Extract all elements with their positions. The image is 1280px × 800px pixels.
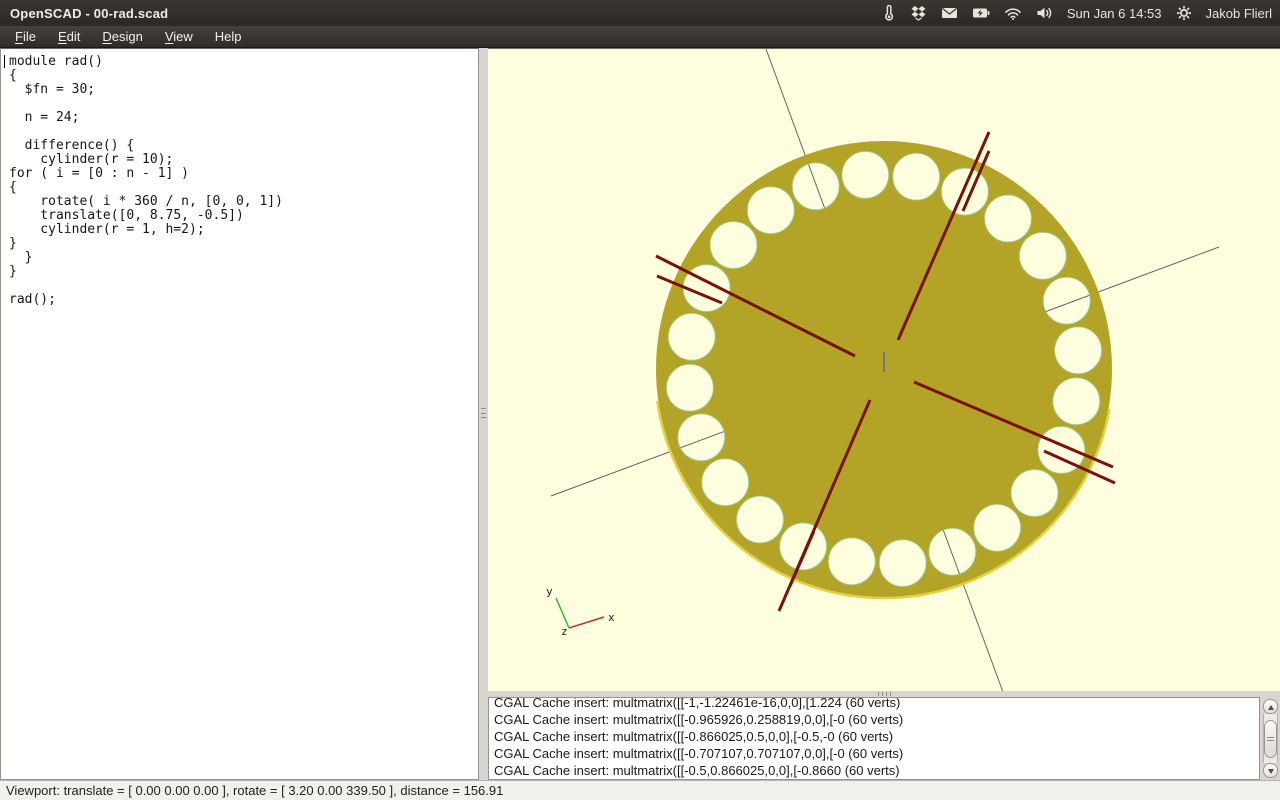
menu-file[interactable]: File [4, 27, 47, 46]
menu-bar: FileEditDesignViewHelp [0, 26, 1280, 48]
code-line: } [9, 265, 478, 279]
code-line: translate([0, 8.75, -0.5]) [9, 209, 478, 223]
code-line: module rad() [9, 55, 478, 69]
viewport-status: Viewport: translate = [ 0.00 0.00 0.00 ]… [6, 783, 503, 798]
dropbox-icon[interactable] [910, 5, 927, 21]
menu-edit[interactable]: Edit [47, 27, 91, 46]
horizontal-splitter[interactable] [488, 691, 1280, 697]
code-line: { [9, 181, 478, 195]
code-line: } [9, 237, 478, 251]
tray-icons-slot [881, 5, 1053, 21]
render-canvas[interactable]: x y z [488, 49, 1280, 692]
session-gear-slot [1176, 5, 1192, 21]
code-line: $fn = 30; [9, 83, 478, 97]
axis-label-y: y [546, 585, 553, 598]
axis-label-z: z [561, 625, 568, 638]
code-line: rotate( i * 360 / n, [0, 0, 1]) [9, 195, 478, 209]
axis-label-x: x [608, 611, 615, 624]
code-line: rad(); [9, 293, 478, 307]
code-line [9, 279, 478, 293]
mail-icon[interactable] [941, 6, 958, 20]
console-line: CGAL Cache insert: multmatrix([[-0.70710… [494, 745, 1259, 762]
desktop: OpenSCAD - 00-rad.scad Sun Jan 6 14:53 J… [0, 0, 1280, 800]
title-bar: OpenSCAD - 00-rad.scad Sun Jan 6 14:53 J… [0, 0, 1280, 26]
code-line: cylinder(r = 1, h=2); [9, 223, 478, 237]
scrollbar-track[interactable] [1263, 714, 1278, 763]
console-log[interactable]: CGAL Cache insert: multmatrix([[-1,-1.22… [488, 697, 1260, 780]
clock[interactable]: Sun Jan 6 14:53 [1067, 6, 1162, 21]
splitter-grip-icon [878, 692, 892, 696]
console-scrollbar[interactable] [1260, 697, 1280, 780]
text-cursor [4, 55, 5, 68]
code-line: for ( i = [0 : n - 1] ) [9, 167, 478, 181]
window-content: module rad(){ $fn = 30; n = 24; differen… [0, 48, 1280, 780]
volume-icon[interactable] [1036, 6, 1053, 20]
console-line: CGAL Cache insert: multmatrix([[-1,-1.22… [494, 697, 1259, 711]
wifi-icon[interactable] [1004, 7, 1022, 20]
scroll-up-button[interactable] [1263, 699, 1278, 714]
code-line: } [9, 251, 478, 265]
menu-help[interactable]: Help [204, 27, 253, 46]
console-panel: CGAL Cache insert: multmatrix([[-1,-1.22… [488, 697, 1280, 780]
code-editor[interactable]: module rad(){ $fn = 30; n = 24; differen… [0, 48, 479, 780]
vertical-splitter[interactable] [479, 48, 488, 780]
code-line: n = 24; [9, 111, 478, 125]
console-line: CGAL Cache insert: multmatrix([[-0.96592… [494, 711, 1259, 728]
viewport-3d[interactable]: x y z [488, 48, 1280, 691]
gear-icon[interactable] [1176, 5, 1192, 21]
console-line: CGAL Cache insert: multmatrix([[-0.86602… [494, 728, 1259, 745]
right-pane: x y z CGAL Cache insert: multmatrix([[-1,-… [488, 48, 1280, 780]
menu-design[interactable]: Design [91, 27, 153, 46]
session-username[interactable]: Jakob Flierl [1206, 6, 1272, 21]
scroll-down-button[interactable] [1263, 763, 1278, 778]
console-line: CGAL Cache insert: multmatrix([[-0.5,0.8… [494, 762, 1259, 779]
code-line [9, 97, 478, 111]
code-line: cylinder(r = 10); [9, 153, 478, 167]
code-line: { [9, 69, 478, 83]
scrollbar-thumb[interactable] [1264, 720, 1277, 758]
menu-view[interactable]: View [154, 27, 204, 46]
window-title: OpenSCAD - 00-rad.scad [10, 6, 168, 21]
battery-icon[interactable] [972, 7, 990, 19]
system-tray: Sun Jan 6 14:53 Jakob Flierl [881, 5, 1272, 21]
code-line: difference() { [9, 139, 478, 153]
code-line [9, 125, 478, 139]
splitter-grip-icon [481, 408, 486, 418]
thermometer-icon[interactable] [881, 5, 896, 21]
status-bar: Viewport: translate = [ 0.00 0.00 0.00 ]… [0, 780, 1280, 800]
